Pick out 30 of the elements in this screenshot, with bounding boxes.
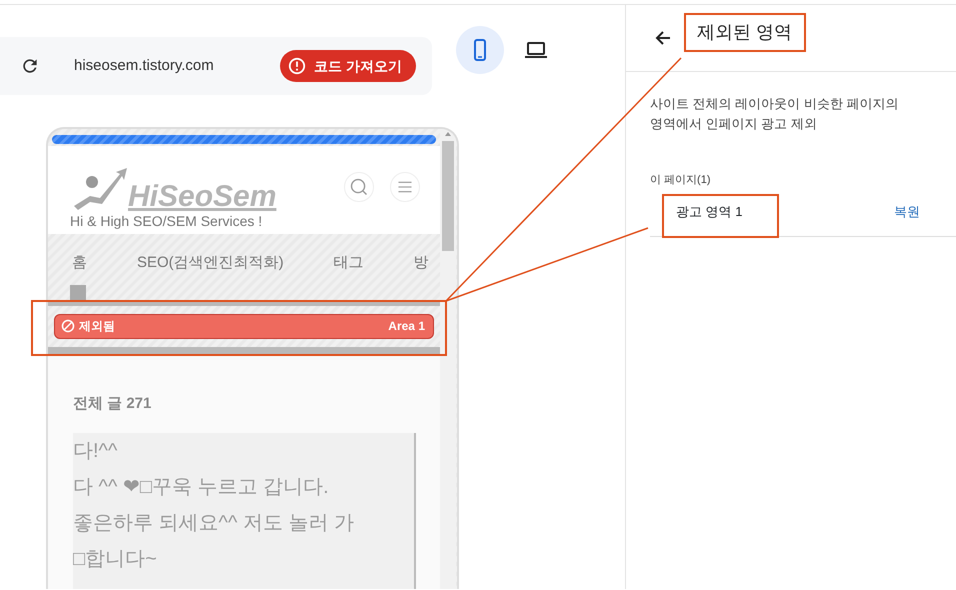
- excluded-area-bar[interactable]: 제외됨 Area 1: [54, 314, 434, 338]
- url-text: hiseosem.tistory.com: [74, 56, 214, 76]
- area-label: Area 1: [388, 318, 425, 335]
- panel-description: 사이트 전체의 레이아웃이 비슷한 페이지의 영역에서 인페이지 광고 제외: [649, 95, 900, 133]
- section-label: 이 페이지(1): [649, 173, 712, 188]
- nav-link[interactable]: 태그: [334, 252, 364, 274]
- logo-title: HiSeoSem: [128, 182, 276, 212]
- post-count: 전체 글 271: [73, 394, 152, 414]
- excluded-status: 제외됨: [79, 318, 115, 335]
- back-arrow-icon[interactable]: [654, 29, 672, 47]
- scrollbar[interactable]: [440, 129, 456, 589]
- comment-text: 다 ^^ ❤□꾸욱 누르고 갑니다.: [73, 475, 330, 500]
- logo-tagline: Hi & High SEO/SEM Services !: [70, 214, 264, 228]
- phone-view-button[interactable]: [456, 26, 504, 74]
- search-icon[interactable]: [344, 172, 374, 202]
- fetch-code-button[interactable]: 코드 가져오기: [280, 50, 416, 82]
- panel-title: 제외된 영역: [684, 12, 806, 52]
- scroll-thumb[interactable]: [442, 141, 454, 251]
- nav-link[interactable]: 홈: [72, 252, 87, 274]
- menu-icon[interactable]: [390, 172, 420, 202]
- area-name: 광고 영역 1: [676, 203, 742, 222]
- comment-text: 다!^^: [73, 439, 118, 464]
- alert-icon: [288, 57, 306, 75]
- comment-text: □합니다~: [73, 547, 158, 572]
- nav-link[interactable]: 방: [414, 252, 429, 274]
- blocked-icon: [61, 319, 75, 333]
- square-marker: [70, 284, 86, 300]
- nav-link[interactable]: SEO(검색엔진최적화): [137, 252, 284, 274]
- restore-link[interactable]: 복원: [894, 202, 920, 222]
- comment-text: 좋은하루 되세요^^ 저도 놀러 가: [73, 511, 355, 536]
